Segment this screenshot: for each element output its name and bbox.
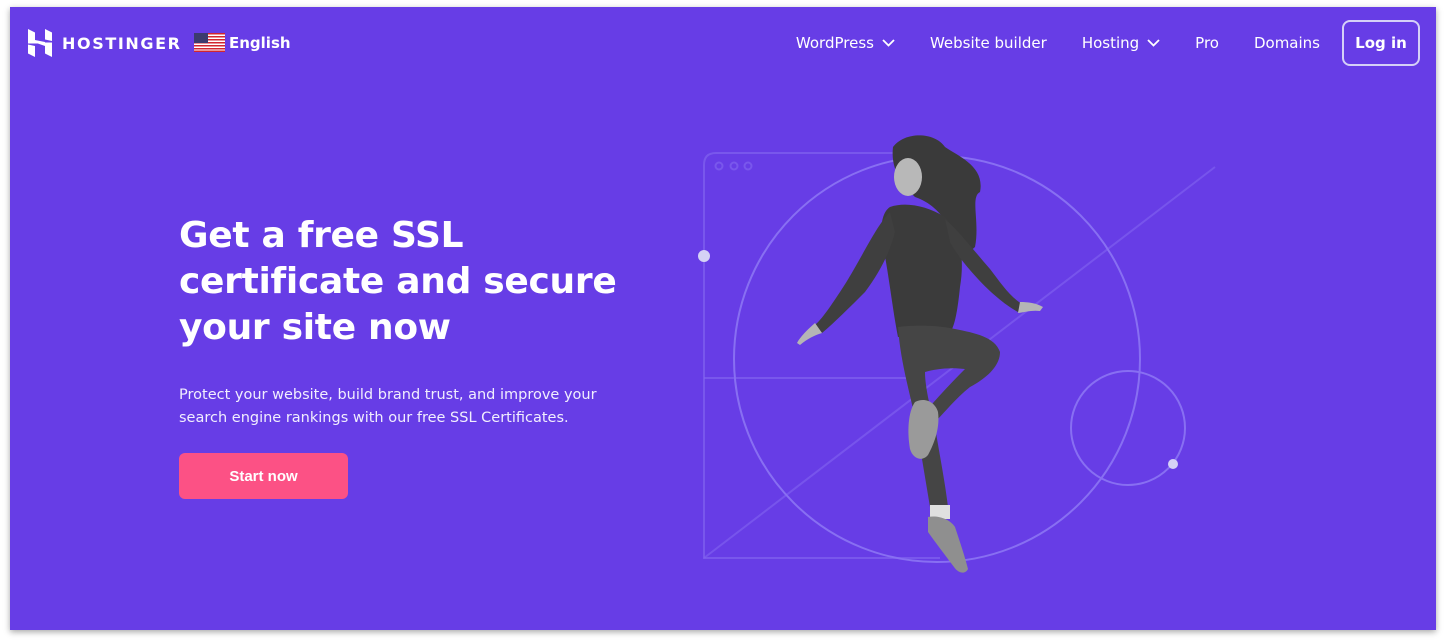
hero-title-line: certificate and secure — [179, 261, 617, 302]
us-flag-icon — [194, 33, 225, 52]
frame-dot — [698, 250, 710, 262]
window-dot-1 — [714, 161, 724, 171]
main-nav: WordPress Website builder Hosting Pro Do… — [796, 20, 1436, 66]
diagonal-line — [703, 166, 1216, 559]
language-label: English — [229, 33, 291, 52]
chevron-down-icon — [1147, 39, 1160, 47]
nav-item-pro[interactable]: Pro — [1195, 34, 1219, 52]
hero-description-line: Protect your website, build brand trust,… — [179, 387, 597, 403]
jumping-woman-image — [797, 135, 1043, 573]
start-now-button[interactable]: Start now — [179, 453, 348, 499]
nav-item-hosting[interactable]: Hosting — [1082, 34, 1160, 52]
hero-page: HOSTINGER English WordPress Website buil… — [10, 7, 1436, 630]
nav-label: Website builder — [929, 34, 1047, 52]
nav-item-website-builder[interactable]: Website builder — [930, 34, 1047, 52]
nav-label: Domains — [1253, 34, 1320, 52]
login-button[interactable]: Log in — [1342, 20, 1420, 66]
window-dot-3 — [743, 161, 753, 171]
hero-title-line: Get a free SSL — [179, 215, 464, 256]
brand-logo[interactable]: HOSTINGER — [28, 29, 182, 57]
hero-description-line: search engine rankings with our free SSL… — [179, 410, 569, 426]
small-circle — [1070, 370, 1186, 486]
hero-title: Get a free SSL certificate and secure yo… — [179, 213, 639, 351]
chevron-down-icon — [882, 39, 895, 47]
nav-label: WordPress — [795, 34, 874, 52]
nav-label: Hosting — [1081, 34, 1140, 52]
large-circle — [733, 155, 1141, 563]
hero-title-line: your site now — [179, 307, 451, 348]
nav-item-domains[interactable]: Domains — [1254, 34, 1320, 52]
brand-name: HOSTINGER — [62, 33, 182, 53]
hostinger-logo-icon — [28, 29, 52, 57]
language-selector[interactable]: English — [194, 33, 291, 52]
nav-item-wordpress[interactable]: WordPress — [796, 34, 895, 52]
browser-frame-outline — [703, 152, 940, 559]
window-dot-2 — [729, 161, 739, 171]
nav-label: Pro — [1195, 34, 1219, 52]
small-circle-dot — [1168, 459, 1178, 469]
hero-description: Protect your website, build brand trust,… — [179, 384, 619, 430]
